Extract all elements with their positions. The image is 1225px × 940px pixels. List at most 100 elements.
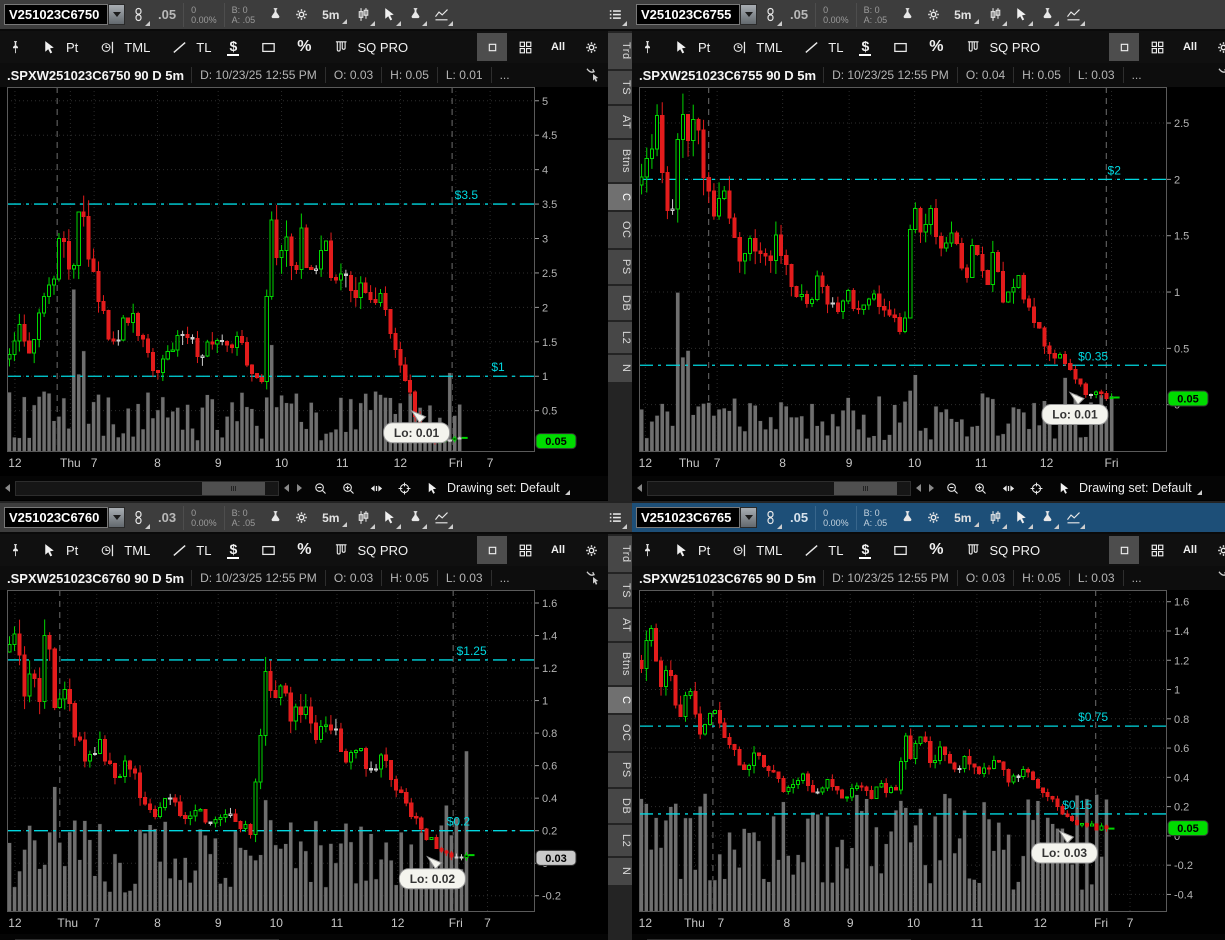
rectangle-tool[interactable] xyxy=(879,31,921,63)
percent-tool[interactable]: % xyxy=(921,31,951,63)
chart-canvas[interactable]: $3.5$10.511.522.533.544.550.05Lo: 0.0112… xyxy=(7,87,607,476)
gadget-tab-btns[interactable]: Btns xyxy=(608,140,632,182)
bottom-cursor-icon[interactable] xyxy=(419,933,445,940)
drawing-tools-icon[interactable] xyxy=(1060,2,1086,28)
gadget-tab-ps[interactable]: PS xyxy=(608,753,632,787)
expand-bars-icon[interactable] xyxy=(363,933,389,940)
expand-bars-icon[interactable] xyxy=(995,475,1021,501)
symbol-dropdown-button[interactable] xyxy=(740,4,757,25)
symbol-input[interactable]: V251023C6760 xyxy=(4,507,108,528)
analyze-flask-icon[interactable] xyxy=(262,2,288,28)
gadget-tab-n[interactable]: N xyxy=(608,858,632,884)
bottom-cursor-icon[interactable] xyxy=(1051,933,1077,940)
chart-type-icon[interactable] xyxy=(350,505,376,531)
drawing-set-selector[interactable]: Drawing set: Default xyxy=(1079,481,1202,495)
grid-layout-button[interactable] xyxy=(1142,33,1172,61)
toolbar-settings-button[interactable] xyxy=(576,33,606,61)
sq-pro-button[interactable]: SQ PRO xyxy=(952,534,1049,566)
all-charts-button[interactable]: All xyxy=(543,33,573,61)
cursor-tool-icon[interactable] xyxy=(1008,2,1034,28)
gadget-tab-l2[interactable]: L2 xyxy=(608,322,632,353)
percent-tool[interactable]: % xyxy=(921,534,951,566)
studies-flask-icon[interactable] xyxy=(402,2,428,28)
order-size-value[interactable]: .05 xyxy=(158,7,176,22)
auto-fit-icon[interactable] xyxy=(1216,568,1225,589)
cursor-tool-icon[interactable] xyxy=(376,2,402,28)
analyze-flask-icon[interactable] xyxy=(262,505,288,531)
gadget-tab-n[interactable]: N xyxy=(608,355,632,381)
symbol-input[interactable]: V251023C6765 xyxy=(636,507,740,528)
gadget-tab-at[interactable]: AT xyxy=(608,609,632,641)
zoom-in-icon[interactable] xyxy=(335,475,361,501)
gadget-tab-btns[interactable]: Btns xyxy=(608,643,632,685)
gadget-tab-ts[interactable]: TS xyxy=(608,574,632,607)
trendline-tool[interactable]: TL xyxy=(158,534,219,566)
pointer-tool[interactable]: Pt xyxy=(28,31,86,63)
scroll-left-icon[interactable] xyxy=(5,484,10,492)
grid-layout-button[interactable] xyxy=(510,536,540,564)
settings-gear-icon[interactable] xyxy=(288,505,314,531)
timeframe-button[interactable]: 5m xyxy=(948,507,980,529)
expand-bars-icon[interactable] xyxy=(363,475,389,501)
order-size-value[interactable]: .05 xyxy=(790,7,808,22)
chart-canvas[interactable]: $1.25$0.2-0.200.20.40.60.811.21.41.60.03… xyxy=(7,590,607,934)
zoom-out-icon[interactable] xyxy=(307,475,333,501)
timeline-tool[interactable]: TML xyxy=(86,31,158,63)
zoom-in-icon[interactable] xyxy=(335,933,361,940)
crosshair-icon[interactable] xyxy=(391,933,417,940)
drawing-tools-icon[interactable] xyxy=(428,505,454,531)
gadget-tab-db[interactable]: DB xyxy=(608,789,632,823)
bottom-cursor-icon[interactable] xyxy=(1051,475,1077,501)
expand-bars-icon[interactable] xyxy=(995,933,1021,940)
gadget-tab-oc[interactable]: OC xyxy=(608,715,632,751)
bar-more[interactable]: ... xyxy=(491,570,518,586)
price-level-tool[interactable]: $ xyxy=(219,31,247,63)
rectangle-tool[interactable] xyxy=(247,31,289,63)
chart-type-icon[interactable] xyxy=(982,505,1008,531)
gadget-tab-c[interactable]: C xyxy=(608,184,632,210)
cursor-tool-icon[interactable] xyxy=(376,505,402,531)
pointer-tool[interactable]: Pt xyxy=(28,534,86,566)
bar-more[interactable]: ... xyxy=(1123,570,1150,586)
bottom-cursor-icon[interactable] xyxy=(419,475,445,501)
chart-canvas[interactable]: $2$0.3500.511.522.50.05Lo: 0.0112Thu7891… xyxy=(639,87,1225,476)
auto-fit-icon[interactable] xyxy=(584,568,608,589)
trendline-tool[interactable]: TL xyxy=(790,31,851,63)
single-chart-layout-button[interactable] xyxy=(477,33,507,61)
gadget-tab-db[interactable]: DB xyxy=(608,286,632,320)
order-size-value[interactable]: .03 xyxy=(158,510,176,525)
gadget-tab-trd[interactable]: Trd xyxy=(608,536,632,572)
timeframe-button[interactable]: 5m xyxy=(316,4,348,26)
pin-icon[interactable] xyxy=(634,537,660,563)
price-level-tool[interactable]: $ xyxy=(851,534,879,566)
price-level-tool[interactable]: $ xyxy=(851,31,879,63)
toolbar-settings-button[interactable] xyxy=(1208,33,1225,61)
trendline-tool[interactable]: TL xyxy=(790,534,851,566)
toolbar-settings-button[interactable] xyxy=(1208,536,1225,564)
sq-pro-button[interactable]: SQ PRO xyxy=(952,31,1049,63)
step-left-icon[interactable] xyxy=(284,484,289,492)
price-level-tool[interactable]: $ xyxy=(219,534,247,566)
scrollbar-thumb[interactable] xyxy=(202,482,265,495)
studies-flask-icon[interactable] xyxy=(1034,505,1060,531)
timeline-tool[interactable]: TML xyxy=(718,534,790,566)
cursor-tool-icon[interactable] xyxy=(1008,505,1034,531)
zoom-out-icon[interactable] xyxy=(307,933,333,940)
zoom-in-icon[interactable] xyxy=(967,933,993,940)
gadget-tab-oc[interactable]: OC xyxy=(608,212,632,248)
zoom-out-icon[interactable] xyxy=(939,475,965,501)
symbol-dropdown-button[interactable] xyxy=(108,4,125,25)
gadget-tab-ps[interactable]: PS xyxy=(608,250,632,284)
percent-tool[interactable]: % xyxy=(289,31,319,63)
symbol-dropdown-button[interactable] xyxy=(740,507,757,528)
chart-scrollbar[interactable] xyxy=(15,481,279,496)
rectangle-tool[interactable] xyxy=(247,534,289,566)
auto-fit-icon[interactable] xyxy=(584,65,608,86)
drawing-tools-icon[interactable] xyxy=(1060,505,1086,531)
link-icon[interactable] xyxy=(757,2,783,28)
single-chart-layout-button[interactable] xyxy=(1109,33,1139,61)
chart-type-icon[interactable] xyxy=(982,2,1008,28)
percent-tool[interactable]: % xyxy=(289,534,319,566)
crosshair-icon[interactable] xyxy=(1023,933,1049,940)
analyze-flask-icon[interactable] xyxy=(894,2,920,28)
